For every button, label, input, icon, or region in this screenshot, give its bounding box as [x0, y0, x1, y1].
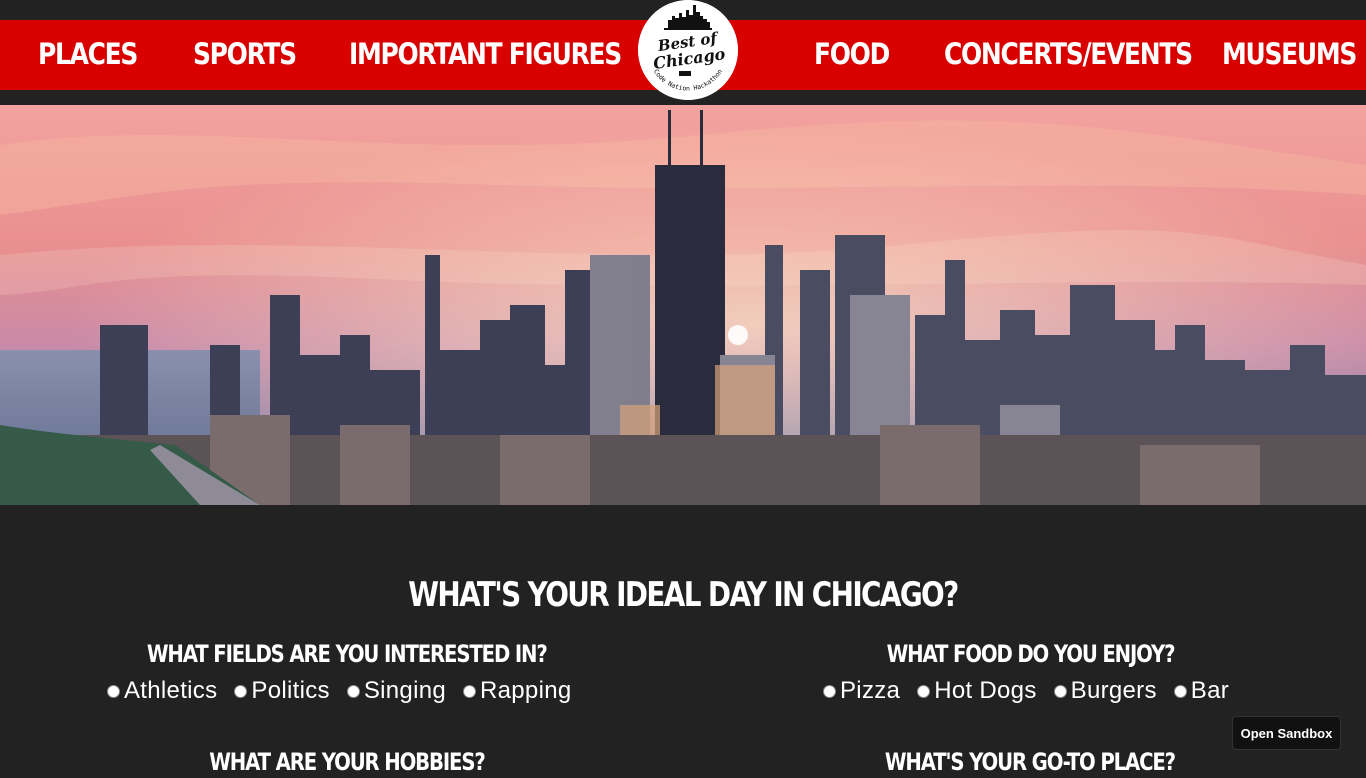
- question-food-title: WHAT FOOD DO YOU ENJOY?: [886, 640, 1175, 668]
- option-athletics[interactable]: Athletics: [104, 677, 217, 705]
- radio-button[interactable]: [107, 684, 120, 698]
- option-pizza[interactable]: Pizza: [820, 677, 900, 705]
- option-singing[interactable]: Singing: [344, 677, 446, 705]
- nav-link-concerts-events[interactable]: CONCERTS/EVENTS: [944, 20, 1193, 90]
- radio-button[interactable]: [234, 684, 248, 698]
- quiz-title: WHAT'S YOUR IDEAL DAY IN CHICAGO?: [408, 574, 959, 615]
- radio-button[interactable]: [1173, 684, 1187, 698]
- question-hobbies-title: WHAT ARE YOUR HOBBIES?: [209, 748, 486, 776]
- option-hot-dogs[interactable]: Hot Dogs: [914, 677, 1036, 705]
- open-sandbox-button[interactable]: Open Sandbox: [1232, 716, 1341, 750]
- question-go-to-place-title: WHAT'S YOUR GO-TO PLACE?: [884, 748, 1176, 776]
- chicago-skyline-photo: [0, 105, 1366, 505]
- site-logo[interactable]: Best of Chicago Code Nation Hackathon: [638, 0, 738, 100]
- option-bar[interactable]: Bar: [1171, 677, 1229, 705]
- question-food-options: Pizza Hot Dogs Burgers Bar: [820, 676, 1243, 706]
- radio-button[interactable]: [346, 684, 360, 698]
- nav-link-museums[interactable]: MUSEUMS: [1222, 20, 1357, 90]
- nav-link-sports[interactable]: SPORTS: [193, 20, 297, 90]
- nav-link-important-figures[interactable]: IMPORTANT FIGURES: [349, 20, 622, 90]
- option-rapping[interactable]: Rapping: [460, 677, 572, 705]
- option-politics[interactable]: Politics: [231, 677, 330, 705]
- nav-link-food[interactable]: FOOD: [814, 20, 890, 90]
- question-fields-title: WHAT FIELDS ARE YOU INTERESTED IN?: [147, 640, 548, 668]
- radio-button[interactable]: [1053, 684, 1067, 698]
- radio-button[interactable]: [463, 684, 476, 698]
- hero-banner: [0, 105, 1366, 505]
- radio-button[interactable]: [917, 684, 931, 698]
- radio-button[interactable]: [823, 684, 836, 698]
- chicago-logo-icon: Best of Chicago Code Nation Hackathon: [638, 0, 738, 100]
- nav-link-places[interactable]: PLACES: [38, 20, 138, 90]
- question-fields-options: Athletics Politics Singing Rapping: [104, 676, 586, 706]
- option-burgers[interactable]: Burgers: [1051, 677, 1157, 705]
